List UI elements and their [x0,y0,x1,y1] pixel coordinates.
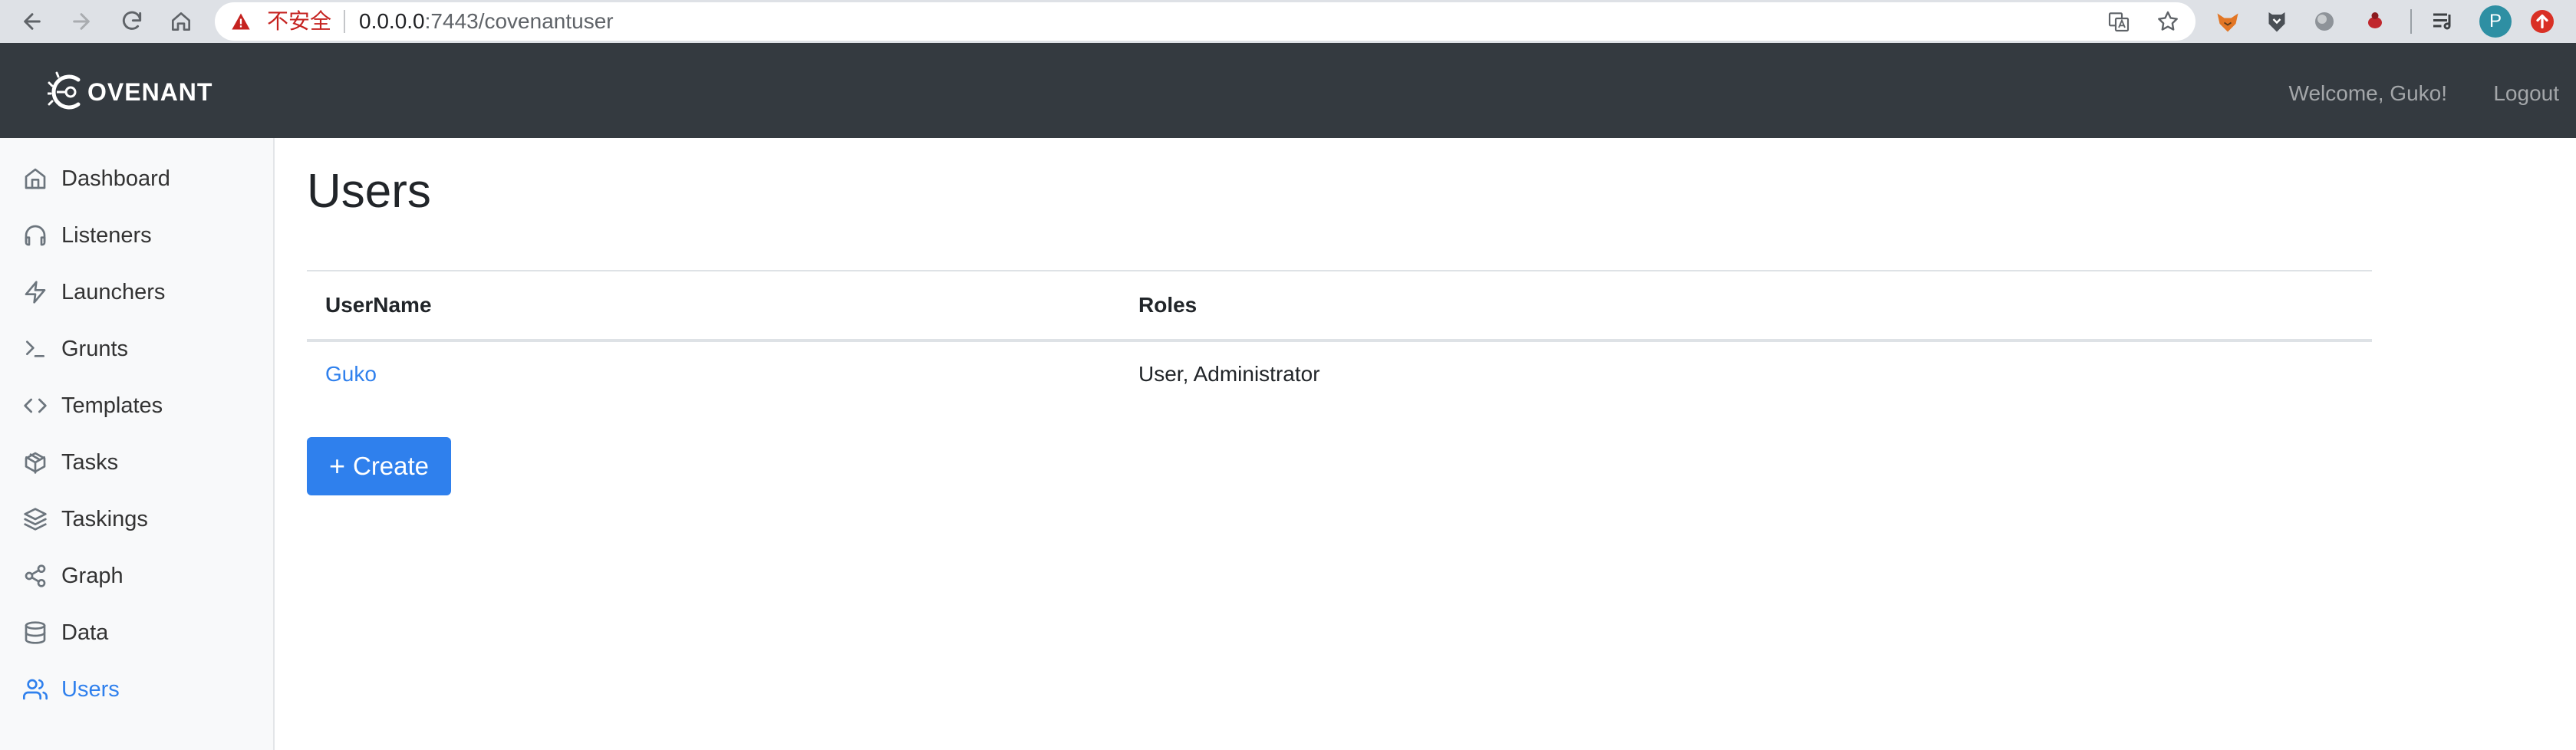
layers-icon [24,508,47,531]
sidebar-item-label: Data [61,620,109,645]
create-button-label: Create [352,452,430,480]
url-host: 0.0.0.0 [359,9,425,33]
users-icon [23,679,48,700]
code-icon [24,398,47,413]
terminal-icon [26,340,44,357]
sidebar-item-dashboard[interactable]: Dashboard [23,160,261,198]
logout-link[interactable]: Logout [2493,81,2559,106]
arrow-left-icon [24,13,41,30]
home-outline-icon [172,12,190,31]
home-button[interactable] [166,6,196,37]
brand-name: OVENANT [87,77,213,106]
sidebar-item-graph[interactable]: Graph [23,557,261,595]
address-divider [344,10,345,33]
sidebar-item-label: Graph [61,563,124,588]
back-button[interactable] [17,6,48,37]
roles-cell: User, Administrator [1138,362,1320,386]
media-queue-icon[interactable] [2429,8,2456,35]
headphones-icon [25,225,46,246]
sidebar-item-label: Taskings [61,506,148,531]
sidebar-item-tasks[interactable]: Tasks [23,443,261,482]
sidebar-item-grunts[interactable]: Grunts [23,330,261,368]
page-title: Users [307,165,431,218]
sidebar-item-label: Listeners [61,222,152,248]
sidebar-item-label: Users [61,676,120,702]
star-icon[interactable] [2156,9,2180,34]
sidebar-item-label: Templates [61,393,163,418]
sidebar-item-label: Grunts [61,336,129,361]
bug-extension-icon[interactable] [2361,8,2389,35]
zap-icon [25,281,46,304]
sidebar: Dashboard Listeners Launchers Grunts Tem… [0,138,275,750]
warning-icon [232,13,250,30]
shield-extension-icon[interactable] [2263,8,2291,35]
sidebar-item-label: Tasks [61,449,119,475]
url-path: :7443/covenantuser [424,9,614,33]
fox-extension-icon[interactable] [2214,8,2242,35]
brand-logo[interactable]: OVENANT [48,71,212,113]
create-button[interactable]: + Create [307,437,451,495]
plus-icon: + [328,450,345,482]
package-icon [25,452,46,474]
reload-icon [122,11,142,30]
sidebar-item-label: Launchers [61,279,166,304]
update-icon[interactable] [2528,8,2556,35]
sidebar-item-users[interactable]: Users [23,670,261,709]
table-row: Guko User, Administrator [307,342,2372,413]
arrow-right-icon [73,13,90,30]
users-table: UserName Roles Guko User, Administrator [307,270,2372,413]
url-text: 0.0.0.0:7443/covenantuser [359,11,614,32]
sidebar-item-taskings[interactable]: Taskings [23,500,261,538]
covenant-logo-icon [48,71,81,110]
browser-toolbar: 不安全 0.0.0.0:7443/covenantuser P [0,0,2576,43]
share-icon [25,564,46,587]
sidebar-item-listeners[interactable]: Listeners [23,216,261,255]
sidebar-item-templates[interactable]: Templates [23,387,261,425]
database-icon [25,621,46,644]
column-header-username[interactable]: UserName [325,293,432,317]
welcome-text[interactable]: Welcome, Guko! [2289,81,2447,106]
address-bar[interactable]: 不安全 0.0.0.0:7443/covenantuser [215,2,2196,41]
app-navbar: OVENANT Welcome, Guko! Logout [0,43,2576,138]
column-header-roles[interactable]: Roles [1138,293,1197,317]
forward-button[interactable] [66,6,97,37]
sidebar-item-launchers[interactable]: Launchers [23,273,261,311]
insecure-label: 不安全 [267,8,332,34]
profile-avatar[interactable]: P [2479,5,2512,38]
sidebar-item-data[interactable]: Data [23,613,261,652]
table-header: UserName Roles [307,270,2372,342]
globe-extension-icon[interactable] [2311,8,2338,35]
reload-button[interactable] [117,6,147,37]
username-link[interactable]: Guko [325,362,377,387]
sidebar-item-label: Dashboard [61,166,170,191]
translate-icon[interactable] [2107,9,2131,34]
home-icon [25,168,46,189]
extensions-divider [2410,9,2412,34]
